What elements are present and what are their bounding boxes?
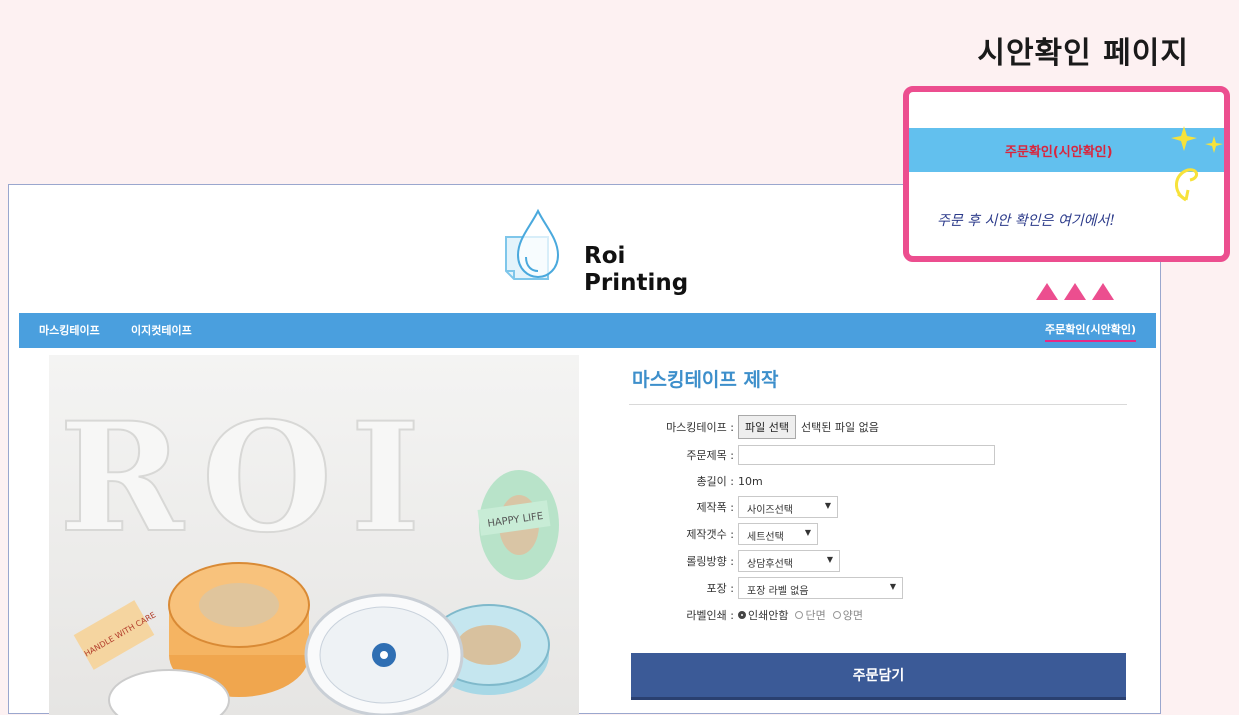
order-title-label: 주문제목 : bbox=[686, 449, 734, 462]
length-value: 10m bbox=[738, 474, 763, 488]
radio-unselected-icon bbox=[832, 611, 841, 619]
quantity-label: 제작갯수 : bbox=[686, 528, 734, 541]
file-label: 마스킹테이프 : bbox=[666, 421, 734, 434]
quantity-row: 제작갯수 : 세트선택 ▼ bbox=[629, 522, 818, 546]
width-select[interactable]: 사이즈선택 ▼ bbox=[738, 496, 838, 518]
label-print-option-none[interactable]: 인쇄안함 bbox=[738, 607, 788, 623]
radio-unselected-icon bbox=[795, 611, 804, 619]
length-label: 총길이 : bbox=[696, 475, 734, 488]
callout-note: 주문 후 시안 확인은 여기에서! bbox=[937, 213, 1115, 229]
label-print-option-single-label: 단면 bbox=[805, 609, 826, 622]
packaging-label: 포장 : bbox=[706, 582, 734, 595]
length-row: 총길이 : 10m bbox=[629, 469, 763, 493]
pointer-arrows bbox=[1036, 283, 1114, 300]
packaging-select[interactable]: 포장 라벨 없음 ▼ bbox=[738, 577, 903, 599]
file-row: 마스킹테이프 : 파일 선택 선택된 파일 없음 bbox=[629, 415, 879, 439]
roll-direction-select[interactable]: 상담후선택 ▼ bbox=[738, 550, 840, 572]
main-nav: 마스킹테이프 이지컷테이프 주문확인(시안확인) bbox=[19, 313, 1156, 348]
width-selected: 사이즈선택 bbox=[747, 505, 793, 516]
product-photo-image: ROI HAPPY LIFE HANDLE WITH CARE bbox=[49, 355, 579, 715]
callout-band-text[interactable]: 주문확인(시안확인) bbox=[1005, 141, 1113, 160]
roll-direction-row: 롤링방향 : 상담후선택 ▼ bbox=[629, 549, 840, 573]
logo-droplet-icon bbox=[505, 208, 560, 280]
photo-letters: ROI bbox=[59, 390, 439, 566]
triangle-up-icon bbox=[1064, 283, 1086, 300]
order-title-row: 주문제목 : bbox=[629, 443, 995, 467]
label-print-option-double-label: 양면 bbox=[842, 609, 863, 622]
product-photo: ROI HAPPY LIFE HANDLE WITH CARE bbox=[49, 355, 579, 715]
quantity-select[interactable]: 세트선택 ▼ bbox=[738, 523, 818, 545]
chevron-down-icon: ▼ bbox=[826, 555, 833, 564]
sparkle-icon bbox=[1171, 126, 1223, 202]
logo-text: Roi Printing bbox=[584, 243, 688, 297]
order-check-callout: 주문확인(시안확인) 주문 후 시안 확인은 여기에서! bbox=[903, 86, 1230, 262]
file-select-button[interactable]: 파일 선택 bbox=[738, 415, 796, 439]
nav-item-masking-tape[interactable]: 마스킹테이프 bbox=[39, 322, 100, 338]
quantity-selected: 세트선택 bbox=[747, 532, 784, 543]
order-title-input[interactable] bbox=[738, 445, 995, 465]
nav-order-check-link[interactable]: 주문확인(시안확인) bbox=[1044, 321, 1136, 342]
chevron-down-icon: ▼ bbox=[889, 582, 896, 591]
label-print-row: 라벨인쇄 : 인쇄안함 단면 양면 bbox=[629, 603, 870, 627]
label-print-label: 라벨인쇄 : bbox=[686, 609, 734, 622]
width-row: 제작폭 : 사이즈선택 ▼ bbox=[629, 495, 838, 519]
roll-direction-selected: 상담후선택 bbox=[747, 559, 793, 570]
logo-line2: Printing bbox=[584, 270, 689, 296]
form-divider bbox=[629, 404, 1127, 405]
triangle-up-icon bbox=[1092, 283, 1114, 300]
packaging-row: 포장 : 포장 라벨 없음 ▼ bbox=[629, 576, 903, 600]
add-to-order-button[interactable]: 주문담기 bbox=[631, 653, 1126, 700]
nav-item-easycut-tape[interactable]: 이지컷테이프 bbox=[131, 322, 192, 338]
file-status: 선택된 파일 없음 bbox=[800, 421, 879, 434]
width-label: 제작폭 : bbox=[696, 501, 734, 514]
label-print-option-single[interactable]: 단면 bbox=[795, 607, 826, 623]
chevron-down-icon: ▼ bbox=[804, 528, 811, 537]
chevron-down-icon: ▼ bbox=[824, 501, 831, 510]
form-title: 마스킹테이프 제작 bbox=[632, 369, 779, 391]
triangle-up-icon bbox=[1036, 283, 1058, 300]
order-form: 마스킹테이프 제작 마스킹테이프 : 파일 선택 선택된 파일 없음 주문제목 … bbox=[629, 365, 1129, 622]
radio-selected-icon bbox=[738, 611, 746, 619]
roll-direction-label: 롤링방향 : bbox=[686, 555, 734, 568]
label-print-option-double[interactable]: 양면 bbox=[832, 607, 863, 623]
packaging-selected: 포장 라벨 없음 bbox=[747, 586, 809, 597]
page-heading: 시안확인 페이지 bbox=[977, 36, 1189, 71]
label-print-option-none-label: 인쇄안함 bbox=[748, 609, 789, 622]
logo-line1: Roi bbox=[584, 243, 626, 269]
browser-window: Roi Printing 마스킹테이프 이지컷테이프 주문확인(시안확인) RO… bbox=[8, 184, 1161, 715]
roi-printing-logo[interactable]: Roi Printing bbox=[496, 205, 696, 297]
